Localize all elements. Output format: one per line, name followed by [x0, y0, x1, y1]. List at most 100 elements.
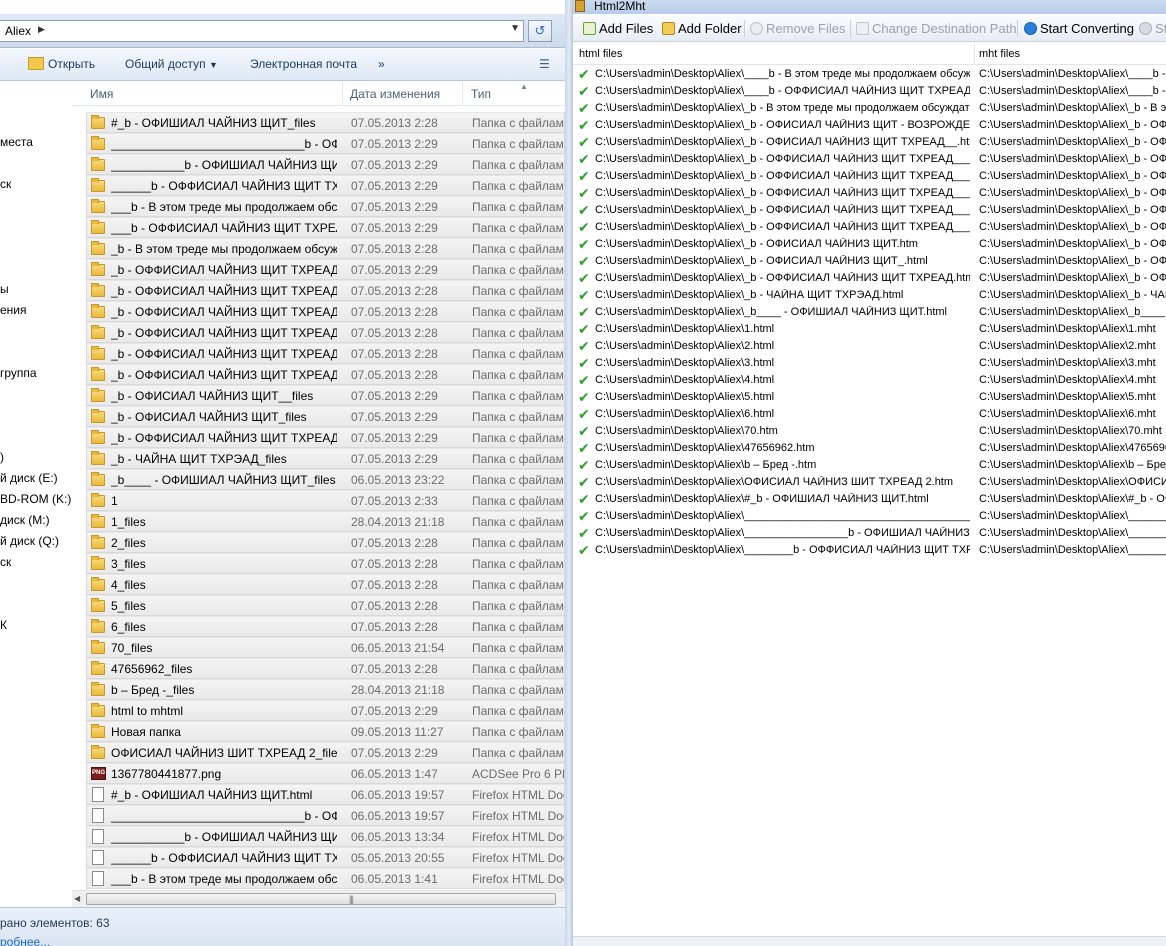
horizontal-scrollbar[interactable]: ◀ ||| [72, 890, 565, 907]
conversion-row[interactable]: ✔ C:\Users\admin\Desktop\Aliex\6.html C:\U… [573, 406, 1166, 423]
file-row[interactable]: _b - ОФИСИАЛ ЧАЙНИЗ ЩИТ__files 07.05.2013… [86, 385, 565, 406]
conversion-row[interactable]: ✔ C:\Users\admin\Desktop\Aliex\47656962.h… [573, 440, 1166, 457]
nav-item[interactable]: ск [0, 555, 11, 569]
file-row[interactable]: 6_files 07.05.2013 2:28 Папка с файлами [86, 616, 565, 637]
conversion-row[interactable]: ✔ C:\Users\admin\Desktop\Aliex\70.htm C:\U… [573, 423, 1166, 440]
conversion-row[interactable]: ✔ C:\Users\admin\Desktop\Aliex\_b - ОФИСИ… [573, 134, 1166, 151]
file-row[interactable]: b – Бред -_files 28.04.2013 21:18 Папка с … [86, 679, 565, 700]
conversion-row[interactable]: ✔ C:\Users\admin\Desktop\Aliex\1.html C:\U… [573, 321, 1166, 338]
conversion-row[interactable]: ✔ C:\Users\admin\Desktop\Aliex\_b - ОФФИС… [573, 185, 1166, 202]
file-row[interactable]: html to mhtml 07.05.2013 2:29 Папка с файл… [86, 700, 565, 721]
file-row[interactable]: #_b - ОФИШИАЛ ЧАЙНИЗ ЩИТ_files 07.05.2013… [86, 112, 565, 133]
file-row[interactable]: _b____ - ОФИШИАЛ ЧАЙНИЗ ЩИТ_files 06.05.2… [86, 469, 565, 490]
file-row[interactable]: 2_files 07.05.2013 2:28 Папка с файлами [86, 532, 565, 553]
file-row[interactable]: ___________b - ОФИШИАЛ ЧАЙНИЗ ЩИТ 06.05.2… [86, 826, 565, 847]
file-row[interactable]: ______b - ОФФИСИАЛ ЧАЙНИЗ ЩИТ ТХРЕАД 07.0… [86, 175, 565, 196]
nav-item[interactable]: ы [0, 282, 9, 296]
file-row[interactable]: 5_files 07.05.2013 2:28 Папка с файлами [86, 595, 565, 616]
column-date[interactable]: Дата изменения [350, 87, 440, 101]
conversion-row[interactable]: ✔ C:\Users\admin\Desktop\Aliex\_b - ОФИСИ… [573, 253, 1166, 270]
file-row[interactable]: #_b - ОФИШИАЛ ЧАЙНИЗ ЩИТ.html 06.05.2013 … [86, 784, 565, 805]
conversion-row[interactable]: ✔ C:\Users\admin\Desktop\Aliex\____b - ОФ… [573, 83, 1166, 100]
file-row[interactable]: 47656962_files 07.05.2013 2:28 Папка с фай… [86, 658, 565, 679]
file-row[interactable]: _b - ОФФИСИАЛ ЧАЙНИЗ ЩИТ ТХРЕАД_____ 07.0… [86, 259, 565, 280]
open-button[interactable]: Открыть [28, 57, 95, 71]
conversion-row[interactable]: ✔ C:\Users\admin\Desktop\Aliex\_b - ОФФИС… [573, 151, 1166, 168]
file-row[interactable]: _b - ОФФИСИАЛ ЧАЙНИЗ ЩИТ ТХРЕАД_____ 07.0… [86, 322, 565, 343]
conversion-row[interactable]: ✔ C:\Users\admin\Desktop\Aliex\__________… [573, 525, 1166, 542]
file-row[interactable]: _b - ОФФИСИАЛ ЧАЙНИЗ ЩИТ ТХРЕАД_files 07.… [86, 427, 565, 448]
scrollbar-thumb[interactable]: ||| [86, 893, 556, 905]
file-row[interactable]: _b - В этом треде мы продолжаем обсуждат… [86, 238, 565, 259]
refresh-button[interactable]: ↺ [528, 20, 552, 42]
nav-item[interactable]: К [0, 618, 7, 632]
conversion-row[interactable]: ✔ C:\Users\admin\Desktop\Aliex\__________… [573, 508, 1166, 525]
nav-item[interactable]: й диск (E:) [0, 471, 58, 485]
column-separator[interactable] [974, 43, 975, 65]
column-name[interactable]: Имя [90, 87, 113, 101]
file-row[interactable]: ___b - В этом треде мы продолжаем обсужд… [86, 868, 565, 889]
scroll-left-icon[interactable]: ◀ [74, 894, 80, 903]
file-row[interactable]: _b - ОФФИСИАЛ ЧАЙНИЗ ЩИТ ТХРЕАД_____ 07.0… [86, 364, 565, 385]
file-row[interactable]: ОФИСИАЛ ЧАЙНИЗ ШИТ ТХРЕАД 2_files 07.05.2… [86, 742, 565, 763]
column-separator[interactable] [462, 82, 463, 106]
stop-button[interactable]: Stop [1139, 21, 1166, 36]
add-files-button[interactable]: Add Files [583, 21, 653, 36]
conversion-row[interactable]: ✔ C:\Users\admin\Desktop\Aliex\_b - ОФИСИ… [573, 117, 1166, 134]
nav-item[interactable]: диск (M:) [0, 513, 50, 527]
conversion-row[interactable]: ✔ C:\Users\admin\Desktop\Aliex\2.html C:\U… [573, 338, 1166, 355]
file-row[interactable]: 70_files 06.05.2013 21:54 Папка с файлами [86, 637, 565, 658]
column-mht-files[interactable]: mht files [979, 48, 1020, 60]
conversion-row[interactable]: ✔ C:\Users\admin\Desktop\Aliex\________b … [573, 542, 1166, 559]
address-dropdown-icon[interactable]: ▼ [510, 23, 520, 34]
file-row[interactable]: 4_files 07.05.2013 2:28 Папка с файлами [86, 574, 565, 595]
more-commands-button[interactable]: » [378, 57, 385, 71]
file-row[interactable]: _b - ОФФИСИАЛ ЧАЙНИЗ ЩИТ ТХРЕАД_____ 07.0… [86, 343, 565, 364]
conversion-row[interactable]: ✔ C:\Users\admin\Desktop\Aliex\_b____ - О… [573, 304, 1166, 321]
conversion-row[interactable]: ✔ C:\Users\admin\Desktop\Aliex\_b - ОФФИС… [573, 202, 1166, 219]
details-link[interactable]: робнее... [0, 935, 50, 946]
conversion-row[interactable]: ✔ C:\Users\admin\Desktop\Aliex\_b - ОФИСИ… [573, 236, 1166, 253]
file-row[interactable]: _b - ЧАЙНА ЩИТ ТХРЭАД_files 07.05.2013 2:… [86, 448, 565, 469]
conversion-row[interactable]: ✔ C:\Users\admin\Desktop\Aliex\#_b - ОФИШ… [573, 491, 1166, 508]
conversion-row[interactable]: ✔ C:\Users\admin\Desktop\Aliex\_b - ОФФИС… [573, 219, 1166, 236]
breadcrumb-arrow-icon[interactable]: ▶ [38, 24, 45, 35]
nav-item[interactable]: BD-ROM (K:) [0, 492, 71, 506]
address-input[interactable]: Aliex ▶ ▼ [0, 20, 524, 42]
file-row[interactable]: ___________b - ОФИШИАЛ ЧАЙНИЗ ЩИТ 07.05.2… [86, 154, 565, 175]
file-row[interactable]: 1 07.05.2013 2:33 Папка с файлами [86, 490, 565, 511]
conversion-row[interactable]: ✔ C:\Users\admin\Desktop\Aliex\_b - В это… [573, 100, 1166, 117]
file-row[interactable]: _b - ОФИСИАЛ ЧАЙНИЗ ЩИТ_files 07.05.2013 … [86, 406, 565, 427]
conversion-row[interactable]: ✔ C:\Users\admin\Desktop\Aliex\5.html C:\U… [573, 389, 1166, 406]
nav-item[interactable]: ения [0, 303, 27, 317]
column-html-files[interactable]: html files [579, 48, 622, 60]
file-row[interactable]: ______b - ОФФИСИАЛ ЧАЙНИЗ ЩИТ ТХРЕАД 05.0… [86, 847, 565, 868]
file-row[interactable]: Новая папка 09.05.2013 11:27 Папка с файла… [86, 721, 565, 742]
email-button[interactable]: Электронная почта [250, 57, 357, 71]
conversion-row[interactable]: ✔ C:\Users\admin\Desktop\Aliex\_b - ЧАЙНА… [573, 287, 1166, 304]
file-row[interactable]: 1_files 28.04.2013 21:18 Папка с файлами [86, 511, 565, 532]
share-button[interactable]: Общий доступ ▼ [125, 57, 218, 71]
nav-item[interactable]: места [0, 135, 33, 149]
column-type[interactable]: Тип [471, 87, 491, 101]
file-row[interactable]: 3_files 07.05.2013 2:28 Папка с файлами [86, 553, 565, 574]
conversion-row[interactable]: ✔ C:\Users\admin\Desktop\Aliex\3.html C:\U… [573, 355, 1166, 372]
column-separator[interactable] [342, 82, 343, 106]
file-row[interactable]: PNG 1367780441877.png 06.05.2013 1:47 ACDSe… [86, 763, 565, 784]
change-destination-button[interactable]: Change Destination Path [856, 21, 1017, 36]
conversion-row[interactable]: ✔ C:\Users\admin\Desktop\Aliex\____b - В … [573, 66, 1166, 83]
nav-item[interactable]: ) [0, 450, 4, 464]
conversion-row[interactable]: ✔ C:\Users\admin\Desktop\Aliex\_b - ОФФИС… [573, 168, 1166, 185]
remove-files-button[interactable]: Remove Files [750, 21, 845, 36]
file-row[interactable]: _b - ОФФИСИАЛ ЧАЙНИЗ ЩИТ ТХРЕАД_____ 07.0… [86, 301, 565, 322]
file-row[interactable]: _____________________________b - ОФИШИАЛ… [86, 133, 565, 154]
conversion-row[interactable]: ✔ C:\Users\admin\Desktop\Aliex\ОФИСИАЛ ЧА… [573, 474, 1166, 491]
conversion-row[interactable]: ✔ C:\Users\admin\Desktop\Aliex\b – Бред -… [573, 457, 1166, 474]
nav-item[interactable]: группа [0, 366, 37, 380]
conversion-row[interactable]: ✔ C:\Users\admin\Desktop\Aliex\_b - ОФФИС… [573, 270, 1166, 287]
start-converting-button[interactable]: Start Converting [1024, 21, 1134, 36]
conversion-row[interactable]: ✔ C:\Users\admin\Desktop\Aliex\4.html C:\U… [573, 372, 1166, 389]
file-row[interactable]: ___b - ОФФИСИАЛ ЧАЙНИЗ ЩИТ ТХРЕАД 07.05.2… [86, 217, 565, 238]
nav-item[interactable]: ск [0, 177, 11, 191]
file-row[interactable]: _b - ОФФИСИАЛ ЧАЙНИЗ ЩИТ ТХРЕАД_____ 07.0… [86, 280, 565, 301]
